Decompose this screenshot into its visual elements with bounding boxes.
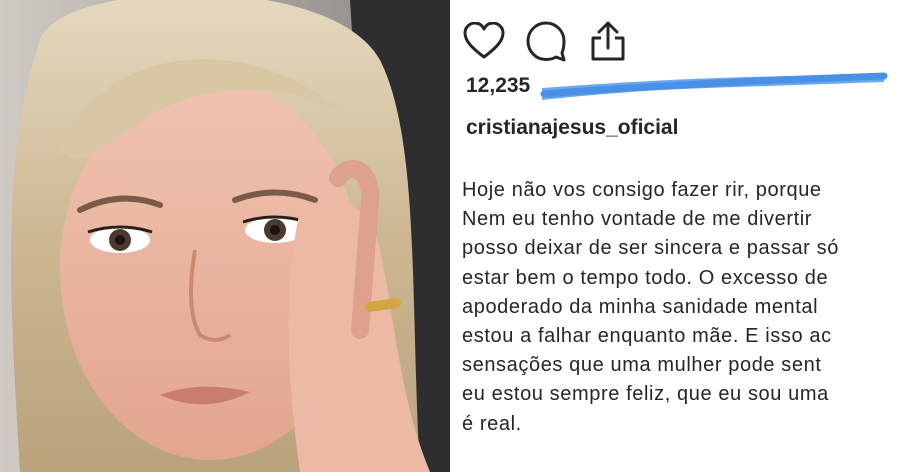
caption-line: Nem eu tenho vontade de me divertir <box>462 208 813 231</box>
post-photo <box>0 0 450 472</box>
post-username[interactable]: cristianajesus_oficial <box>466 116 678 140</box>
likes-count[interactable]: 12,235 <box>466 74 530 98</box>
redaction-scribble <box>540 72 888 100</box>
caption-line: eu estou sempre feliz, que eu sou uma <box>462 383 829 406</box>
caption-line: estar bem o tempo todo. O excesso de <box>462 266 829 289</box>
caption-line: estou a falhar enquanto mãe. E isso ac <box>462 325 832 348</box>
post-panel: 12,235 cristianajesus_oficial Hoje não v… <box>456 0 900 472</box>
caption-line: apoderado da minha sanidade mental <box>462 295 819 318</box>
caption-line: sensações que uma mulher pode sent <box>462 354 822 377</box>
action-bar <box>462 16 630 66</box>
heart-icon[interactable] <box>462 19 506 63</box>
caption-line: é real. <box>462 412 522 435</box>
selfie-image <box>0 0 450 472</box>
share-icon[interactable] <box>586 19 630 63</box>
comment-icon[interactable] <box>524 19 568 63</box>
post-caption: Hoje não vos consigo fazer rir, porque N… <box>462 176 900 439</box>
caption-line: Hoje não vos consigo fazer rir, porque <box>462 179 822 201</box>
caption-line: posso deixar de ser sincera e passar só <box>462 237 839 260</box>
